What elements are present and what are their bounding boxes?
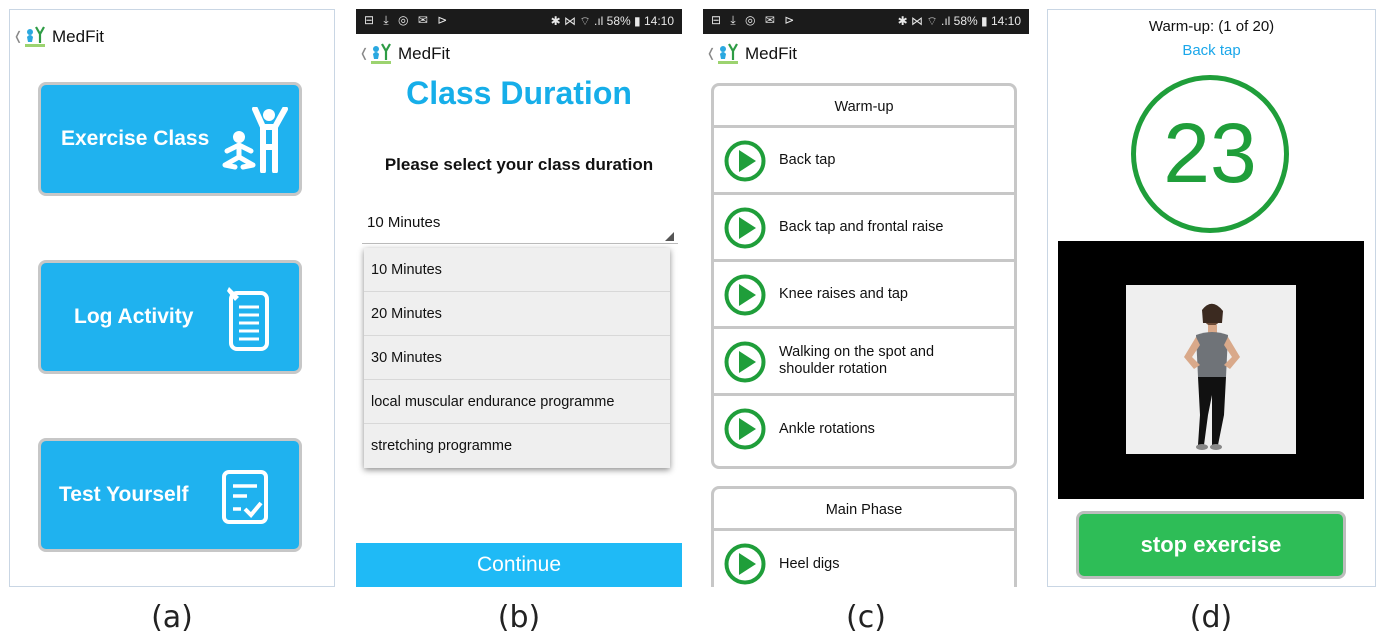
exercise-figures-icon — [222, 107, 288, 173]
log-activity-label: Log Activity — [74, 305, 194, 328]
exercise-item[interactable]: Back tap and frontal raise — [714, 195, 1014, 262]
exercise-item[interactable]: Heel digs — [714, 531, 1014, 587]
duration-option[interactable]: stretching programme — [364, 424, 670, 468]
test-yourself-button[interactable]: Test Yourself — [38, 438, 302, 552]
current-exercise-name: Back tap — [1182, 42, 1241, 59]
screen-home: ❬ MedFit Exercise Class Log Activity Tes… — [9, 9, 335, 587]
app-header: ❬ MedFit — [356, 39, 682, 69]
duration-selected-value: 10 Minutes — [367, 214, 441, 231]
medfit-logo-icon — [25, 26, 45, 47]
play-icon[interactable] — [724, 341, 766, 383]
exercise-name: Knee raises and tap — [779, 285, 908, 302]
video-frame — [1126, 285, 1296, 454]
app-header: ❬ MedFit — [703, 39, 1029, 69]
screen-exercise-list: ⊟ ⤓ ◎ ✉ ⊳ ✱ ⋈ ⌔ .ıl 58% ▮ 14:10 ❬ MedFit… — [703, 9, 1029, 587]
clipboard-list-icon — [227, 287, 269, 351]
duration-select[interactable]: 10 Minutes — [362, 211, 678, 244]
duration-option[interactable]: 20 Minutes — [364, 292, 670, 336]
group-header: Main Phase — [714, 489, 1014, 531]
exercise-name: Heel digs — [779, 556, 840, 572]
caption-c: (c) — [846, 600, 886, 635]
stop-exercise-button[interactable]: stop exercise — [1076, 511, 1346, 579]
back-chevron-icon[interactable]: ❬ — [706, 46, 716, 60]
countdown-timer: 23 — [1131, 75, 1289, 233]
warm-up-group: Warm-up Back tap Back tap and frontal ra… — [711, 83, 1017, 469]
exercise-name: Back tap — [779, 151, 836, 168]
caption-a: (a) — [151, 600, 193, 635]
status-icons-right: ✱ ⋈ ⌔ .ıl 58% ▮ 14:10 — [897, 14, 1021, 28]
exercising-woman-figure — [1184, 303, 1240, 450]
status-icons-right: ✱ ⋈ ⌔ .ıl 58% ▮ 14:10 — [550, 14, 674, 28]
dropdown-arrow-icon — [665, 232, 674, 241]
duration-option[interactable]: 10 Minutes — [364, 248, 670, 292]
screen-exercise-player: Warm-up: (1 of 20) Back tap 23 stop exer… — [1047, 9, 1376, 587]
status-icons-left: ⊟ ⤓ ◎ ✉ ⊳ — [711, 13, 798, 27]
exercise-class-label: Exercise Class — [61, 127, 210, 150]
exercise-item[interactable]: Knee raises and tap — [714, 262, 1014, 329]
exercise-item[interactable]: Back tap — [714, 128, 1014, 195]
exercise-video[interactable] — [1058, 241, 1364, 499]
status-bar: ⊟ ⤓ ◎ ✉ ⊳ ✱ ⋈ ⌔ .ıl 58% ▮ 14:10 — [703, 9, 1029, 34]
play-icon[interactable] — [724, 207, 766, 249]
app-header: ❬ MedFit — [10, 22, 334, 52]
duration-prompt: Please select your class duration — [384, 155, 654, 174]
back-chevron-icon[interactable]: ❬ — [13, 29, 23, 43]
caption-d: (d) — [1189, 600, 1233, 635]
exercise-name: Walking on the spot and shoulder rotatio… — [779, 344, 935, 377]
page-title: Class Duration — [406, 75, 632, 111]
app-title: MedFit — [745, 44, 797, 63]
main-phase-group: Main Phase Heel digs — [711, 486, 1017, 587]
back-chevron-icon[interactable]: ❬ — [359, 46, 369, 60]
duration-option[interactable]: local muscular endurance programme — [364, 380, 670, 424]
app-title: MedFit — [52, 27, 104, 46]
screen-class-duration: ⊟ ⤓ ◎ ✉ ⊳ ✱ ⋈ ⌔ .ıl 58% ▮ 14:10 ❬ MedFit… — [356, 9, 682, 587]
medfit-logo-icon — [371, 43, 391, 64]
continue-button[interactable]: Continue — [356, 543, 682, 587]
duration-option[interactable]: 30 Minutes — [364, 336, 670, 380]
exercise-class-button[interactable]: Exercise Class — [38, 82, 302, 196]
app-title: MedFit — [398, 44, 450, 63]
group-header: Warm-up — [714, 86, 1014, 128]
play-icon[interactable] — [724, 408, 766, 450]
phase-progress: Warm-up: (1 of 20) — [1148, 18, 1275, 35]
duration-options-list: 10 Minutes 20 Minutes 30 Minutes local m… — [364, 248, 670, 468]
exercise-name: Ankle rotations — [779, 421, 875, 437]
medfit-logo-icon — [718, 43, 738, 64]
exercise-item[interactable]: Ankle rotations — [714, 396, 1014, 463]
status-icons-left: ⊟ ⤓ ◎ ✉ ⊳ — [364, 13, 451, 27]
play-icon[interactable] — [724, 140, 766, 182]
exercise-name: Back tap and frontal raise — [779, 218, 944, 235]
play-icon[interactable] — [724, 543, 766, 585]
caption-b: (b) — [497, 600, 541, 635]
play-icon[interactable] — [724, 274, 766, 316]
status-bar: ⊟ ⤓ ◎ ✉ ⊳ ✱ ⋈ ⌔ .ıl 58% ▮ 14:10 — [356, 9, 682, 34]
exercise-item[interactable]: Walking on the spot and shoulder rotatio… — [714, 329, 1014, 396]
log-activity-button[interactable]: Log Activity — [38, 260, 302, 374]
checklist-icon — [222, 470, 268, 524]
test-yourself-label: Test Yourself — [59, 483, 189, 506]
